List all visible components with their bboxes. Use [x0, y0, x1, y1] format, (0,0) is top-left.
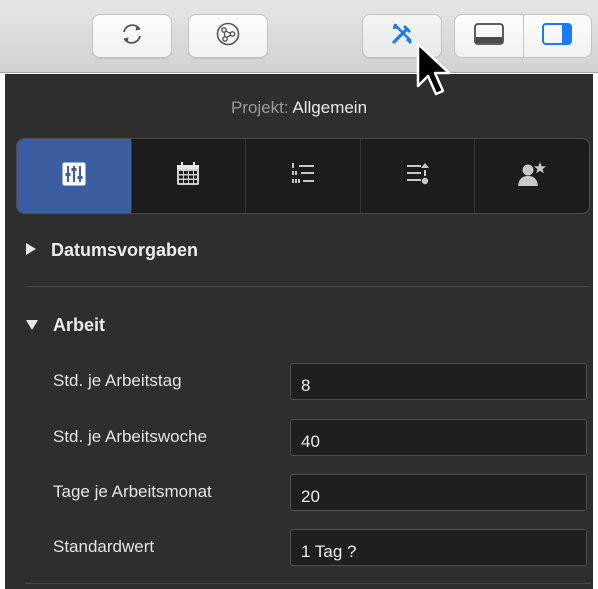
calendar-icon — [174, 160, 202, 193]
context-value: Allgemein — [292, 98, 368, 117]
work-row-days-per-month: Tage je Arbeitsmonat — [5, 474, 593, 514]
section-work-header[interactable]: Arbeit — [25, 312, 105, 338]
tab-sorting[interactable] — [359, 139, 475, 213]
toggle-right-sidebar-button[interactable] — [522, 15, 592, 57]
work-row-hours-per-day: Std. je Arbeitstag — [5, 363, 593, 403]
tools-icon — [387, 19, 417, 54]
list-icon — [289, 160, 317, 193]
section-work-title: Arbeit — [53, 314, 106, 335]
sliders-icon — [61, 161, 87, 192]
mouse-pointer-icon — [416, 42, 456, 109]
sort-list-icon — [404, 160, 432, 193]
inspector-panel: Projekt: Allgemein Datumsvorgaben Arbeit… — [5, 74, 593, 589]
work-row-default-value: Standardwert — [5, 529, 593, 569]
tab-resources[interactable] — [474, 139, 589, 213]
refresh-icon — [118, 20, 146, 53]
inspector-context: Projekt: Allgemein — [5, 98, 593, 118]
disclosure-triangle-down-icon — [25, 315, 39, 336]
section-date-defaults-header[interactable]: Datumsvorgaben — [25, 237, 198, 263]
context-prefix: Projekt: — [230, 98, 289, 117]
toolbar — [0, 0, 598, 73]
section-date-defaults-title: Datumsvorgaben — [51, 239, 199, 260]
right-sidebar-icon — [541, 22, 573, 51]
refresh-button[interactable] — [92, 14, 172, 58]
person-star-icon — [517, 160, 547, 193]
inspector-tabs — [16, 138, 590, 214]
hours-per-day-field[interactable] — [290, 363, 587, 400]
network-button[interactable] — [188, 14, 268, 58]
days-per-month-label: Tage je Arbeitsmonat — [53, 482, 212, 501]
tab-outline[interactable] — [245, 139, 360, 213]
view-toggle — [454, 14, 592, 58]
disclosure-triangle-right-icon — [25, 240, 37, 261]
compass-icon — [214, 20, 242, 53]
tab-calendar[interactable] — [130, 139, 246, 213]
section-divider — [25, 583, 591, 584]
default-value-field[interactable] — [290, 529, 587, 566]
hours-per-week-field[interactable] — [290, 419, 587, 456]
work-row-hours-per-week: Std. je Arbeitswoche — [5, 419, 593, 459]
inspector-window: Projekt: Allgemein Datumsvorgaben Arbeit… — [0, 0, 598, 589]
tab-project-settings[interactable] — [17, 139, 131, 213]
hours-per-week-label: Std. je Arbeitswoche — [53, 427, 208, 446]
days-per-month-field[interactable] — [290, 474, 587, 511]
toggle-bottom-panel-button[interactable] — [455, 15, 523, 57]
section-divider — [25, 286, 591, 287]
default-value-label: Standardwert — [53, 537, 155, 556]
hours-per-day-label: Std. je Arbeitstag — [53, 371, 182, 390]
bottom-panel-icon — [473, 22, 505, 51]
